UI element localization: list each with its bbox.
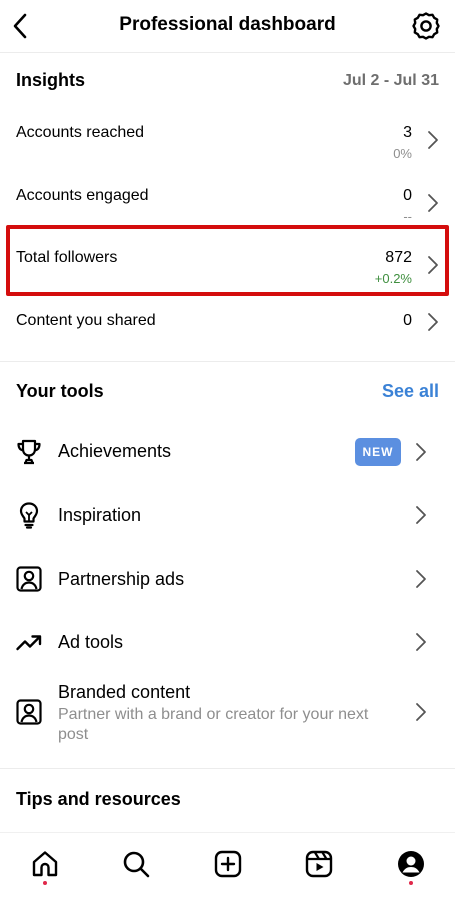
insights-heading: Insights	[16, 70, 86, 90]
tool-ad-tools[interactable]: Ad tools	[0, 614, 455, 670]
trending-up-icon	[16, 635, 42, 651]
metric-accounts-reached[interactable]: Accounts reached 3 0%	[0, 114, 455, 174]
tools-header: Your tools See all	[16, 381, 439, 402]
tool-label: Achievements	[58, 441, 172, 461]
tool-inspiration[interactable]: Inspiration	[0, 487, 455, 543]
notification-dot	[409, 881, 413, 885]
resources-heading[interactable]: Tips and resources	[16, 789, 181, 810]
chevron-right-icon	[416, 506, 426, 524]
nav-profile[interactable]	[396, 849, 426, 879]
tool-branded-content[interactable]: Branded content Partner with a brand or …	[0, 676, 455, 756]
settings-button[interactable]	[411, 11, 441, 41]
metric-label: Accounts reached	[16, 124, 145, 141]
metric-label: Accounts engaged	[16, 187, 149, 204]
trophy-icon	[17, 439, 41, 465]
metric-content-shared[interactable]: Content you shared 0	[0, 302, 455, 362]
tool-description: Partner with a brand or creator for your…	[58, 706, 369, 743]
chevron-right-icon	[416, 443, 426, 461]
tools-heading: Your tools	[16, 381, 104, 401]
tool-label: Inspiration	[58, 505, 142, 525]
tool-achievements[interactable]: Achievements NEW	[0, 424, 455, 480]
nav-reels[interactable]	[304, 849, 334, 879]
chevron-right-icon	[416, 570, 426, 588]
chevron-right-icon	[416, 633, 426, 651]
tool-partnership-ads[interactable]: Partnership ads	[0, 551, 455, 607]
tool-label: Partnership ads	[58, 569, 185, 589]
resources-header: Tips and resources	[16, 789, 439, 810]
gear-icon	[412, 12, 440, 40]
metric-value: 3	[403, 124, 412, 141]
chevron-right-icon	[428, 131, 438, 149]
page-title: Professional dashboard	[119, 14, 336, 35]
profile-avatar-icon	[398, 851, 424, 877]
tool-label: Ad tools	[58, 632, 124, 652]
notification-dot	[43, 881, 47, 885]
metric-value: 0	[403, 312, 412, 329]
metric-label: Content you shared	[16, 312, 156, 329]
bottom-nav	[0, 832, 455, 900]
insights-header: Insights Jul 2 - Jul 31	[16, 70, 439, 91]
section-divider	[0, 768, 455, 769]
lightbulb-icon	[19, 502, 39, 529]
nav-home[interactable]	[30, 849, 60, 879]
home-icon	[32, 851, 58, 877]
chevron-right-icon	[428, 313, 438, 331]
plus-square-icon	[214, 850, 242, 878]
header-divider	[0, 52, 455, 53]
see-all-link[interactable]: See all	[382, 381, 439, 402]
reels-icon	[305, 850, 333, 878]
person-card-icon	[16, 566, 42, 592]
chevron-right-icon	[416, 703, 426, 721]
highlight-box	[6, 225, 449, 296]
metric-change: --	[403, 209, 412, 224]
new-badge: NEW	[355, 438, 401, 466]
nav-create[interactable]	[213, 849, 243, 879]
person-card-icon	[16, 699, 42, 725]
top-bar: Professional dashboard	[0, 0, 455, 52]
metric-change: 0%	[393, 146, 412, 161]
search-icon	[123, 851, 150, 878]
date-range[interactable]: Jul 2 - Jul 31	[343, 72, 439, 90]
chevron-right-icon	[428, 194, 438, 212]
metric-value: 0	[403, 187, 412, 204]
nav-search[interactable]	[121, 849, 151, 879]
section-divider	[0, 361, 455, 362]
tool-label: Branded content	[58, 682, 191, 702]
